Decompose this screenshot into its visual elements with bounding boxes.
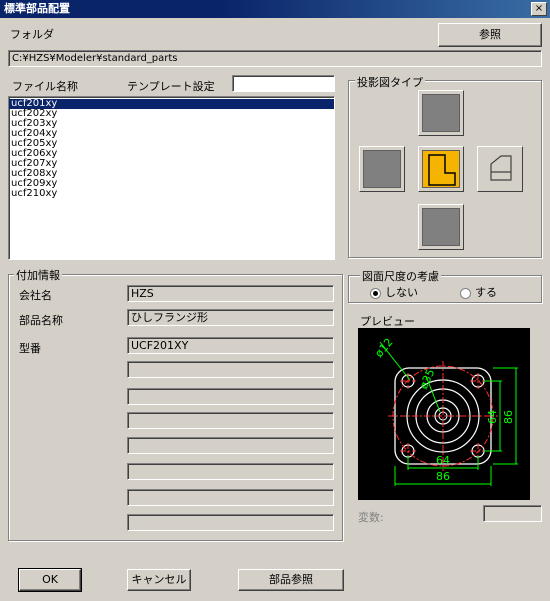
extra-info-title: 付加情報 bbox=[14, 267, 62, 283]
projection-top-button[interactable] bbox=[418, 90, 464, 136]
file-list[interactable]: ucf201xy ucf202xy ucf203xy ucf204xy ucf205xy… bbox=[8, 96, 335, 260]
scale-option-yes[interactable]: する bbox=[460, 284, 497, 300]
part-browse-button[interactable]: 部品参照 bbox=[238, 569, 344, 591]
company-field: HZS bbox=[127, 285, 334, 302]
model-field: UCF201XY bbox=[127, 337, 334, 354]
model-label: 型番 bbox=[19, 342, 41, 355]
projection-center-button[interactable] bbox=[418, 146, 464, 192]
preview-canvas: 64 86 ø12 ø35 64 86 bbox=[358, 328, 530, 500]
file-name-header: ファイル名称 bbox=[12, 80, 78, 93]
front-view-icon bbox=[428, 154, 456, 186]
blank-info-field bbox=[127, 361, 334, 378]
scale-option-no-label: しない bbox=[385, 286, 418, 299]
list-item[interactable]: ucf207xy bbox=[9, 159, 334, 169]
flange-bearing-drawing: 64 86 ø12 ø35 64 86 bbox=[372, 336, 518, 486]
list-item[interactable]: ucf203xy bbox=[9, 119, 334, 129]
side-view-icon bbox=[490, 155, 512, 181]
blank-info-field bbox=[127, 437, 334, 454]
dim-shaft-dia: ø35 bbox=[417, 367, 438, 391]
list-item[interactable]: ucf210xy bbox=[9, 189, 334, 199]
radio-yes[interactable] bbox=[460, 287, 471, 299]
blank-info-field bbox=[127, 412, 334, 429]
list-item[interactable]: ucf206xy bbox=[9, 149, 334, 159]
radio-no[interactable] bbox=[370, 287, 381, 299]
scale-option-no[interactable]: しない bbox=[370, 284, 418, 300]
cancel-button[interactable]: キャンセル bbox=[127, 569, 191, 591]
window-title: 標準部品配置 bbox=[4, 2, 70, 15]
list-item[interactable]: ucf205xy bbox=[9, 139, 334, 149]
close-icon: × bbox=[534, 3, 544, 14]
blank-info-field bbox=[127, 514, 334, 531]
dim-h1: 64 bbox=[486, 410, 499, 424]
scale-option-yes-label: する bbox=[475, 286, 497, 299]
close-button[interactable]: × bbox=[531, 2, 547, 16]
list-item[interactable]: ucf209xy bbox=[9, 179, 334, 189]
list-item[interactable]: ucf201xy bbox=[9, 99, 334, 109]
folder-label: フォルダ bbox=[10, 28, 54, 41]
projection-right-button[interactable] bbox=[477, 146, 523, 192]
list-item[interactable]: ucf208xy bbox=[9, 169, 334, 179]
template-input[interactable] bbox=[232, 75, 335, 92]
blank-info-field bbox=[127, 489, 334, 506]
preview-title: プレビュー bbox=[360, 315, 415, 328]
projection-bottom-button[interactable] bbox=[418, 204, 464, 250]
projection-type-title: 投影図タイプ bbox=[355, 74, 425, 90]
variable-field bbox=[483, 505, 542, 522]
list-item[interactable]: ucf204xy bbox=[9, 129, 334, 139]
dim-w1: 64 bbox=[436, 454, 450, 467]
ok-button[interactable]: OK bbox=[18, 568, 82, 592]
dim-bolt-dia: ø12 bbox=[372, 336, 395, 360]
folder-path-field: C:¥HZS¥Modeler¥standard_parts bbox=[8, 50, 542, 67]
blank-info-field bbox=[127, 388, 334, 405]
dim-w2: 86 bbox=[436, 470, 450, 483]
dim-h2: 86 bbox=[502, 410, 515, 424]
title-bar: 標準部品配置 bbox=[0, 0, 550, 18]
template-label: テンプレート設定 bbox=[127, 80, 215, 93]
part-name-label: 部品名称 bbox=[19, 314, 63, 327]
blank-info-field bbox=[127, 463, 334, 480]
projection-left-button[interactable] bbox=[359, 146, 405, 192]
company-label: 会社名 bbox=[19, 289, 52, 302]
part-name-field: ひしフランジ形 bbox=[127, 309, 334, 326]
variable-label: 変数: bbox=[358, 511, 384, 524]
folder-browse-button[interactable]: 参照 bbox=[438, 23, 542, 47]
list-item[interactable]: ucf202xy bbox=[9, 109, 334, 119]
scale-title: 図面尺度の考慮 bbox=[360, 268, 441, 284]
